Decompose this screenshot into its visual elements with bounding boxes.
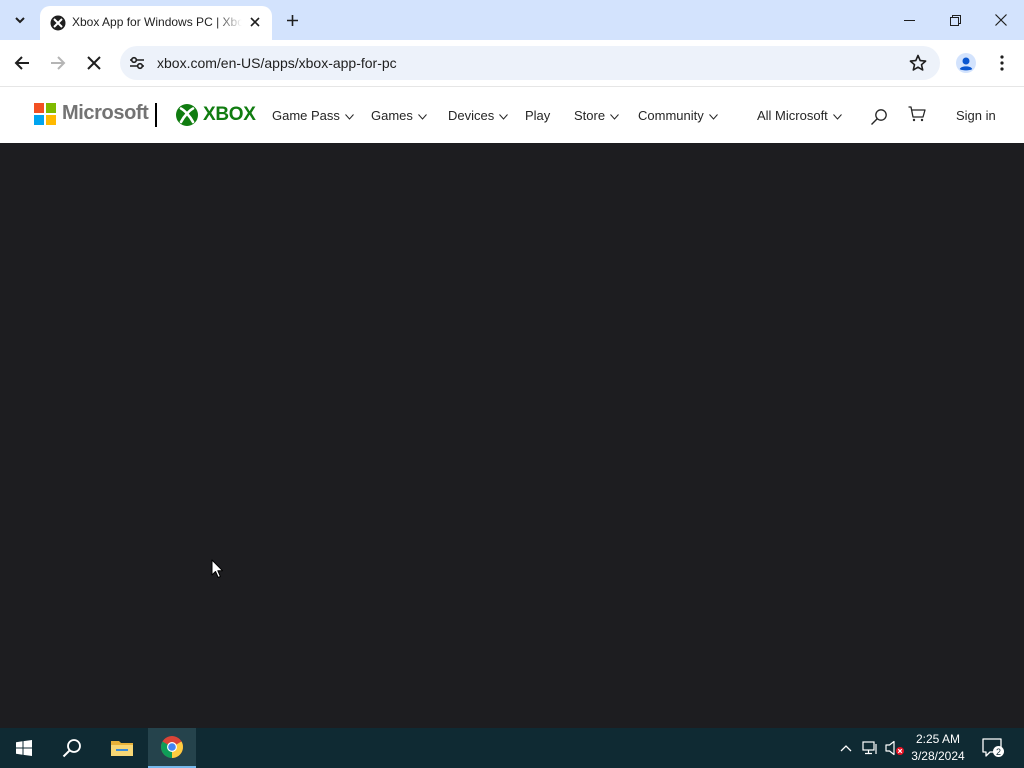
network-icon <box>862 741 877 755</box>
nav-label: All Microsoft <box>757 108 828 123</box>
nav-label: Community <box>638 108 704 123</box>
logo-divider <box>155 103 157 127</box>
taskbar-search-button[interactable] <box>48 728 96 768</box>
start-button[interactable] <box>0 728 48 768</box>
chevron-down-icon <box>832 114 842 120</box>
forward-button[interactable] <box>42 47 74 79</box>
mouse-pointer-icon <box>211 559 223 578</box>
notification-icon: 2 <box>982 738 1004 757</box>
clock-time: 2:25 AM <box>915 732 961 746</box>
stop-loading-button[interactable] <box>78 47 110 79</box>
new-tab-button[interactable] <box>280 8 304 32</box>
file-explorer-button[interactable] <box>98 728 146 768</box>
nav-label: Game Pass <box>272 108 340 123</box>
clock-date: 3/28/2024 <box>911 749 965 763</box>
profile-button[interactable] <box>950 47 982 79</box>
arrow-right-icon <box>51 56 66 70</box>
microsoft-logo-icon <box>34 102 56 125</box>
more-vertical-icon <box>1000 55 1004 71</box>
chrome-icon <box>161 736 183 758</box>
nav-play[interactable]: Play <box>525 108 550 123</box>
chevron-down-icon <box>499 114 509 120</box>
tab-close-button[interactable] <box>246 13 264 31</box>
system-clock[interactable]: 2:25 AM 3/28/2024 <box>906 731 970 765</box>
nav-devices[interactable]: Devices <box>448 108 509 123</box>
search-icon <box>871 109 887 125</box>
windows-logo-icon <box>16 740 32 756</box>
tab-search-button[interactable] <box>8 8 32 32</box>
address-url[interactable]: xbox.com/en-US/apps/xbox-app-for-pc <box>157 55 397 71</box>
nav-store[interactable]: Store <box>574 108 619 123</box>
restore-button[interactable] <box>932 0 978 40</box>
chevron-down-icon <box>15 17 25 24</box>
tab-title: Xbox App for Windows PC | Xbox <box>72 15 242 29</box>
minimize-button[interactable] <box>886 0 932 40</box>
volume-muted-icon <box>885 740 904 756</box>
browser-toolbar: xbox.com/en-US/apps/xbox-app-for-pc <box>0 40 1024 86</box>
chevron-down-icon <box>418 114 427 120</box>
tab-strip: Xbox App for Windows PC | Xbox <box>0 0 1024 40</box>
avatar-icon <box>956 53 976 73</box>
chevron-down-icon <box>610 114 619 120</box>
address-bar[interactable]: xbox.com/en-US/apps/xbox-app-for-pc <box>120 46 940 80</box>
close-icon <box>250 17 260 27</box>
bookmark-button[interactable] <box>908 53 928 73</box>
close-window-button[interactable] <box>978 0 1024 40</box>
sign-in-link[interactable]: Sign in <box>956 108 996 123</box>
nav-game-pass[interactable]: Game Pass <box>272 108 354 123</box>
xbox-logo-text: XBOX <box>203 104 256 125</box>
show-hidden-icons-button[interactable] <box>836 728 856 768</box>
site-info-button[interactable] <box>128 54 146 72</box>
chevron-down-icon <box>708 114 718 120</box>
restore-icon <box>949 14 961 26</box>
close-icon <box>87 56 101 70</box>
close-icon <box>995 14 1007 26</box>
nav-community[interactable]: Community <box>638 108 718 123</box>
xbox-logo[interactable]: XBOX <box>176 104 256 126</box>
nav-label: Play <box>525 108 551 123</box>
site-header: Microsoft XBOX Game Pass Games Devices P… <box>0 86 1024 143</box>
folder-icon <box>111 741 133 756</box>
nav-games[interactable]: Games <box>371 108 427 123</box>
search-button[interactable] <box>869 107 889 127</box>
cart-button[interactable] <box>906 104 928 124</box>
back-button[interactable] <box>6 47 38 79</box>
page-content <box>0 143 1024 728</box>
microsoft-logo-text: Microsoft <box>62 102 149 124</box>
volume-button[interactable] <box>884 728 906 768</box>
nav-label: Store <box>574 108 606 123</box>
xbox-sphere-icon <box>176 104 198 126</box>
tab-active[interactable]: Xbox App for Windows PC | Xbox <box>40 6 272 40</box>
chevron-up-icon <box>840 745 852 752</box>
chevron-down-icon <box>345 114 354 120</box>
nav-label: Devices <box>448 108 495 123</box>
network-button[interactable] <box>860 728 882 768</box>
action-center-button[interactable]: 2 <box>978 728 1008 768</box>
plus-icon <box>286 14 298 26</box>
star-icon <box>909 54 927 71</box>
browser-menu-button[interactable] <box>986 47 1018 79</box>
minimize-icon <box>903 19 915 21</box>
xbox-favicon <box>50 15 66 31</box>
nav-all-microsoft[interactable]: All Microsoft <box>757 108 842 123</box>
search-icon <box>62 739 81 758</box>
arrow-left-icon <box>14 56 29 70</box>
cart-icon <box>908 106 926 122</box>
tune-icon <box>130 56 144 70</box>
notification-count: 2 <box>996 747 1001 757</box>
taskbar: 2:25 AM 3/28/2024 2 <box>0 728 1024 768</box>
nav-label: Games <box>371 108 413 123</box>
microsoft-logo[interactable]: Microsoft <box>34 102 149 125</box>
chrome-taskbar-button[interactable] <box>148 728 196 768</box>
